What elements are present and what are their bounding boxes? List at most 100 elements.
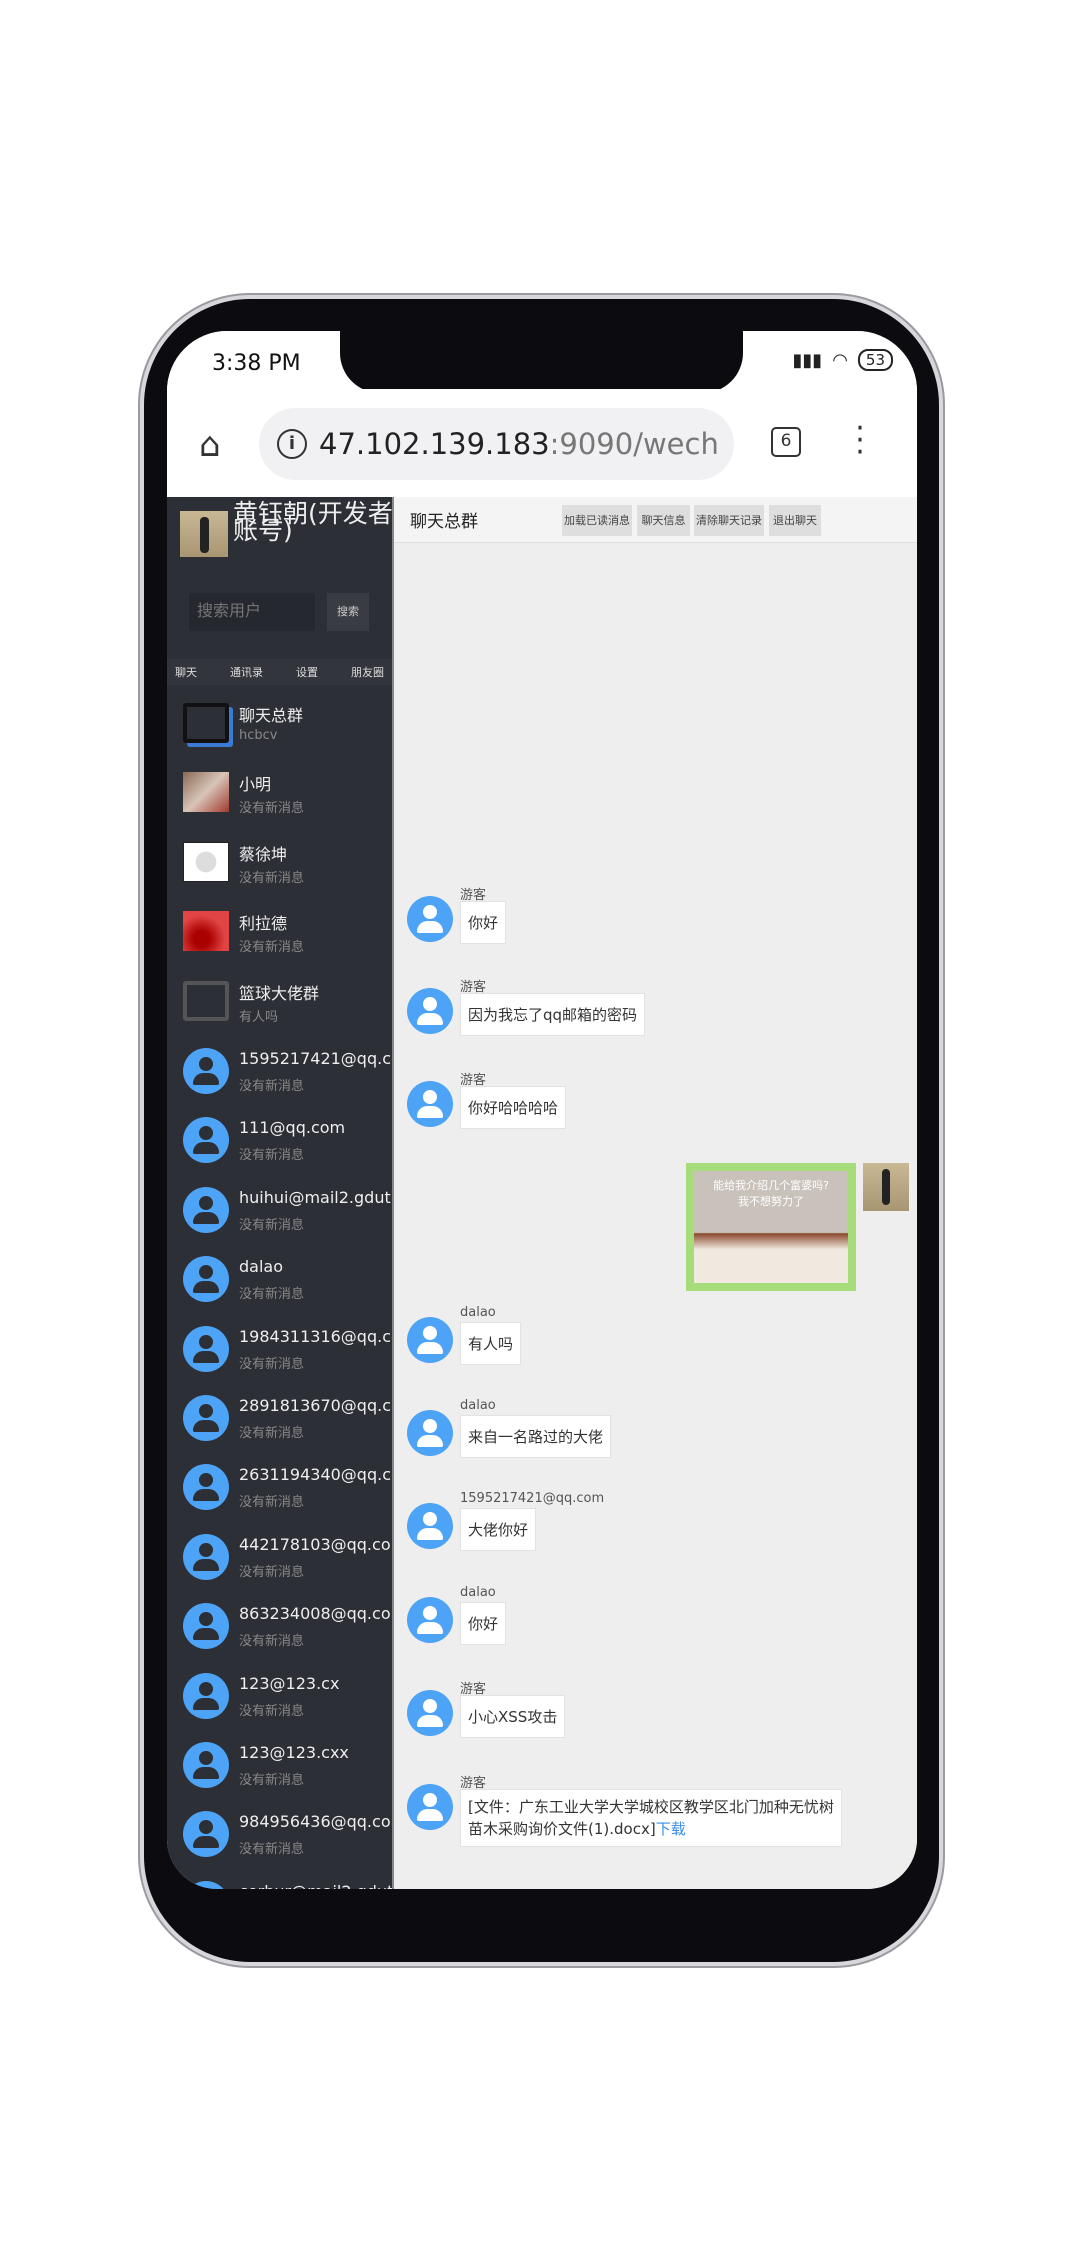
user-icon [183, 1533, 229, 1580]
chat-list-item[interactable]: 1984311316@qq.com 没有新消息 [167, 1314, 392, 1383]
sender-avatar-icon[interactable] [407, 1503, 453, 1549]
message-bubble: 你好 [460, 901, 507, 944]
chat-name: 小明 [239, 775, 272, 795]
load-read-messages-button[interactable]: 加载已读消息 [562, 505, 632, 536]
message-bubble: 有人吗 [460, 1322, 522, 1365]
more-menu-icon[interactable]: · · · [855, 414, 865, 468]
sender-avatar-icon[interactable] [407, 896, 453, 942]
chat-list-item[interactable]: 篮球大佬群 有人吗 [167, 967, 392, 1036]
user-icon [183, 1672, 229, 1719]
chat-name: 442178103@qq.com [239, 1534, 392, 1554]
chat-list-item[interactable]: 111@qq.com 没有新消息 [167, 1105, 392, 1174]
nav-chat[interactable]: 聊天 [175, 664, 197, 680]
sender-avatar-icon[interactable] [407, 1317, 453, 1363]
chat-preview: 没有新消息 [239, 1287, 305, 1303]
clear-history-button[interactable]: 清除聊天记录 [694, 505, 764, 536]
nav-settings[interactable]: 设置 [296, 664, 318, 680]
chat-name: dalao [239, 1257, 283, 1277]
chat-list-item[interactable]: 1595217421@qq.com 没有新消息 [167, 1036, 392, 1105]
nav-contacts[interactable]: 通讯录 [230, 664, 263, 680]
meme-image: 能给我介绍几个富婆吗? 我不想努力了 [694, 1171, 848, 1283]
chat-name: 聊天总群 [239, 706, 304, 725]
sender-avatar-icon[interactable] [407, 1784, 453, 1830]
chat-preview: 有人吗 [239, 1009, 279, 1025]
url-text[interactable]: 47.102.139.183:9090/wecha [319, 427, 719, 461]
user-icon [183, 1048, 229, 1094]
chat-list-item[interactable]: 442178103@qq.com 没有新消息 [167, 1522, 392, 1591]
user-icon [183, 1880, 229, 1889]
chat-list-item[interactable]: 123@123.cx 没有新消息 [167, 1661, 392, 1730]
chat-info-button[interactable]: 聊天信息 [637, 505, 690, 536]
search-input[interactable] [189, 593, 315, 631]
chat-list-item[interactable]: 123@123.cxx 没有新消息 [167, 1730, 392, 1799]
chat-list-item[interactable]: 2891813670@qq.com 没有新消息 [167, 1383, 392, 1452]
chat-panel: 聊天总群 加载已读消息 聊天信息 清除聊天记录 退出聊天 游客 你好 游客 因为我忘了… [392, 497, 917, 1889]
user-avatar[interactable] [180, 511, 228, 557]
sidebar-nav: 聊天 通讯录 设置 朋友圈 [167, 659, 392, 685]
user-icon [183, 1256, 229, 1303]
chat-preview: 没有新消息 [239, 940, 305, 956]
home-icon[interactable]: ⌂ [199, 425, 221, 465]
sidebar: 黄钰朝(开发者账号) 搜索 聊天 通讯录 设置 朋友圈 聊天总群 hcbcv 小明没… [167, 497, 392, 1889]
image-message[interactable]: 能给我介绍几个富婆吗? 我不想努力了 [686, 1163, 856, 1291]
search-button[interactable]: 搜索 [327, 593, 369, 631]
address-bar[interactable]: i 47.102.139.183:9090/wecha [259, 408, 734, 480]
chat-preview: 没有新消息 [239, 1495, 305, 1511]
file-message: [文件：广东工业大学大学城校区教学区北门加种无忧树苗木采购询价文件(1).doc… [460, 1789, 842, 1847]
chat-preview: hcbcv [239, 728, 278, 743]
chat-title: 聊天总群 [410, 512, 478, 532]
chat-preview: 没有新消息 [239, 1773, 305, 1788]
sender-avatar-icon[interactable] [407, 1081, 453, 1127]
user-icon [183, 1811, 229, 1858]
browser-toolbar: ⌂ i 47.102.139.183:9090/wecha 6 · · · [167, 389, 917, 497]
chat-name: 2631194340@qq.com [239, 1465, 392, 1485]
wifi-icon: ◠ [832, 349, 848, 371]
chat-list-item[interactable]: 利拉德 没有新消息 [167, 897, 392, 966]
chat-name: 863234008@qq.com [239, 1604, 392, 1624]
sender-name: 1595217421@qq.com [460, 1491, 605, 1506]
sender-name: dalao [460, 1398, 496, 1413]
sender-avatar-icon[interactable] [407, 1690, 453, 1736]
chat-name: 984956436@qq.com [239, 1812, 392, 1832]
chat-list-item[interactable]: 聊天总群 hcbcv [167, 689, 392, 758]
chat-name: 1595217421@qq.com [239, 1049, 392, 1068]
chat-list-item[interactable]: huihui@mail2.gdut.edu 没有新消息 [167, 1175, 392, 1244]
user-name: 黄钰朝(开发者账号) [233, 499, 392, 545]
chat-name: 123@123.cx [239, 1673, 340, 1693]
chat-preview: 没有新消息 [239, 1079, 305, 1094]
nav-moments[interactable]: 朋友圈 [351, 664, 384, 680]
message-bubble: 你好哈哈哈哈 [460, 1086, 567, 1129]
chat-preview: 没有新消息 [239, 1356, 305, 1372]
group-chat-icon [183, 703, 229, 743]
sender-avatar-icon[interactable] [407, 1597, 453, 1643]
exit-chat-button[interactable]: 退出聊天 [769, 505, 821, 536]
sender-name: dalao [460, 1585, 496, 1600]
chat-list-item[interactable]: 蔡徐坤 没有新消息 [167, 828, 392, 897]
chat-name: cerbur@mail2.gdut.edu [239, 1882, 392, 1889]
chat-name: 篮球大佬群 [239, 983, 320, 1003]
chat-preview: 没有新消息 [239, 1148, 305, 1164]
chat-list-item[interactable]: 2631194340@qq.com 没有新消息 [167, 1452, 392, 1521]
chat-preview: 没有新消息 [239, 1564, 305, 1580]
tab-count-button[interactable]: 6 [771, 427, 801, 457]
chat-list-item[interactable]: 984956436@qq.com 没有新消息 [167, 1799, 392, 1868]
sender-avatar-icon[interactable] [407, 1410, 453, 1456]
user-icon [183, 1117, 229, 1164]
clock: 3:38 PM [212, 351, 301, 376]
sender-avatar-icon[interactable] [407, 988, 453, 1034]
download-link[interactable]: 下载 [656, 1820, 686, 1838]
message-bubble: 来自一名路过的大佬 [460, 1415, 612, 1458]
chat-preview: 没有新消息 [239, 1634, 305, 1650]
chat-name: 2891813670@qq.com [239, 1396, 392, 1415]
chat-list-item[interactable]: 小明 没有新消息 [167, 758, 392, 827]
file-name: [文件：广东工业大学大学城校区教学区北门加种无忧树苗木采购询价文件(1).doc… [468, 1798, 834, 1838]
chat-list-item[interactable]: cerbur@mail2.gdut.edu [167, 1869, 392, 1889]
chat-list-item[interactable]: dalao 没有新消息 [167, 1244, 392, 1313]
group-chat-gray-icon [183, 980, 229, 1021]
self-avatar[interactable] [863, 1163, 909, 1211]
sender-name: dalao [460, 1305, 496, 1320]
chat-name: huihui@mail2.gdut.edu [239, 1187, 392, 1207]
chat-list-item[interactable]: 863234008@qq.com 没有新消息 [167, 1591, 392, 1660]
camera-notch [340, 331, 743, 393]
info-icon[interactable]: i [277, 429, 307, 459]
